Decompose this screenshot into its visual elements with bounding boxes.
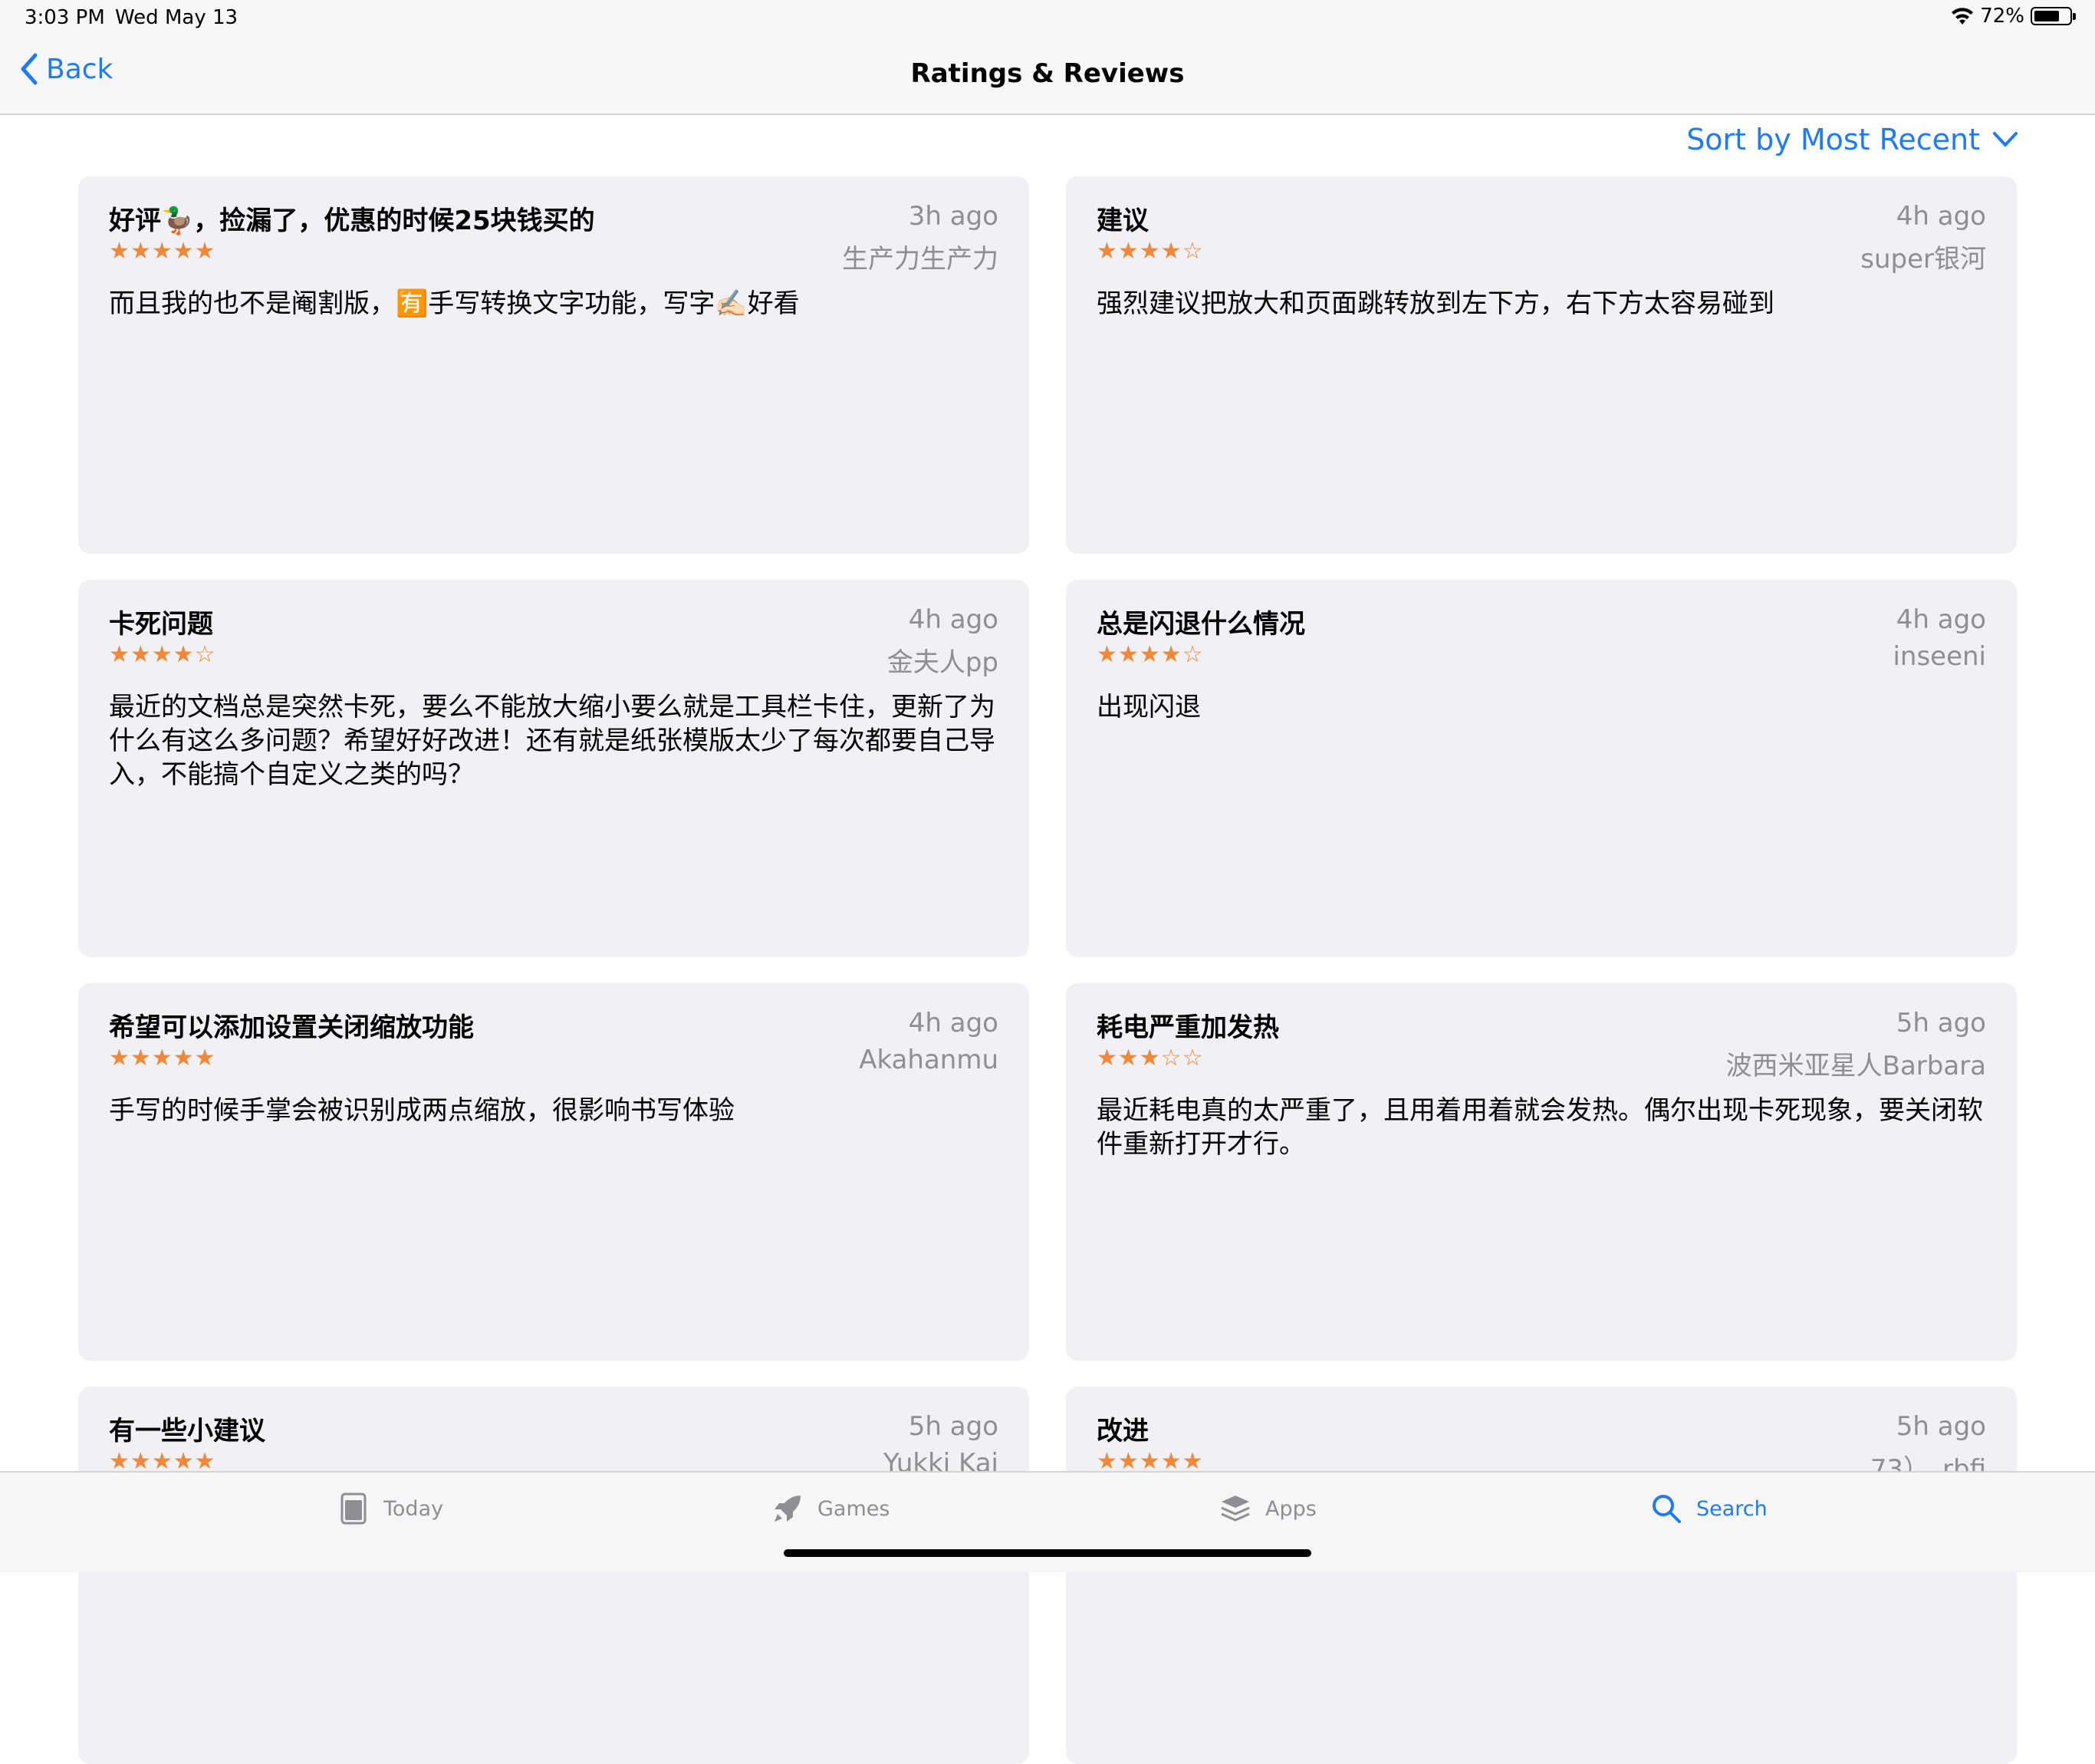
review-card[interactable]: 改进 5h ago ★★★★★ 73），rbfi bbox=[1066, 1387, 2017, 1764]
star-rating: ★★★★☆ bbox=[1097, 641, 1204, 668]
star-rating: ★★★★★ bbox=[109, 1045, 216, 1071]
review-card[interactable]: 建议 4h ago ★★★★☆ super银河 强烈建议把放大和页面跳转放到左下… bbox=[1066, 176, 2017, 554]
review-time: 4h ago bbox=[1896, 201, 1986, 232]
review-time: 3h ago bbox=[908, 201, 998, 232]
review-body: 而且我的也不是阉割版，🈶手写转换文字功能，写字✍🏻好看 bbox=[109, 288, 800, 319]
wifi-icon bbox=[1952, 8, 1974, 25]
status-bar: 3:03 PM Wed May 13 72% bbox=[0, 0, 2095, 37]
review-author: 生产力生产力 bbox=[842, 244, 998, 275]
review-time: 4h ago bbox=[908, 1008, 998, 1038]
rocket-icon bbox=[775, 1496, 801, 1522]
tab-games[interactable]: Games bbox=[771, 1492, 890, 1525]
page-title: Ratings & Reviews bbox=[910, 58, 1185, 89]
review-card[interactable]: 耗电严重加发热 5h ago ★★★☆☆ 波西米亚星人Barbara 最近耗电真… bbox=[1066, 983, 2017, 1361]
review-card[interactable]: 总是闪退什么情况 4h ago ★★★★☆ inseeni 出现闪退 bbox=[1066, 580, 2017, 957]
tab-label: Apps bbox=[1265, 1496, 1317, 1521]
review-card[interactable]: 好评🦆，捡漏了，优惠的时候25块钱买的 3h ago ★★★★★ 生产力生产力 … bbox=[78, 176, 1029, 554]
star-rating: ★★★★☆ bbox=[109, 641, 216, 668]
star-rating: ★★★★☆ bbox=[1097, 238, 1204, 265]
review-card[interactable]: 希望可以添加设置关闭缩放功能 4h ago ★★★★★ Akahanmu 手写的… bbox=[78, 983, 1029, 1361]
review-title: 耗电严重加发热 bbox=[1097, 1012, 1279, 1043]
battery-icon bbox=[2031, 7, 2076, 25]
layers-icon bbox=[1221, 1496, 1250, 1522]
status-date: Wed May 13 bbox=[115, 6, 238, 29]
review-time: 4h ago bbox=[1896, 604, 1986, 635]
review-body: 强烈建议把放大和页面跳转放到左下方，右下方太容易碰到 bbox=[1097, 288, 1774, 319]
status-time: 3:03 PM bbox=[25, 6, 105, 29]
review-title: 好评🦆，捡漏了，优惠的时候25块钱买的 bbox=[109, 206, 595, 236]
tab-apps[interactable]: Apps bbox=[1219, 1492, 1317, 1525]
review-card[interactable]: 卡死问题 4h ago ★★★★☆ 金夫人pp 最近的文档总是突然卡死，要么不能… bbox=[78, 580, 1029, 957]
review-author: super银河 bbox=[1860, 244, 1986, 275]
review-author: Akahanmu bbox=[859, 1045, 998, 1075]
review-title: 建议 bbox=[1097, 206, 1149, 236]
star-rating: ★★★☆☆ bbox=[1097, 1045, 1204, 1071]
star-rating: ★★★★★ bbox=[109, 238, 216, 265]
navigation-bar: Back Ratings & Reviews bbox=[0, 37, 2095, 115]
review-title: 总是闪退什么情况 bbox=[1097, 609, 1305, 640]
battery-fill bbox=[2034, 11, 2059, 21]
tab-search[interactable]: Search bbox=[1650, 1492, 1768, 1525]
status-right: 72% bbox=[1951, 5, 2076, 28]
tab-label: Search bbox=[1696, 1496, 1768, 1521]
tab-bar: Today Games Apps Search bbox=[0, 1471, 2095, 1572]
today-icon bbox=[340, 1492, 367, 1525]
review-time: 5h ago bbox=[908, 1411, 998, 1442]
review-body: 最近的文档总是突然卡死，要么不能放大缩小要么就是工具栏卡住，更新了为什么有这么多… bbox=[109, 692, 995, 790]
review-body: 手写的时候手掌会被识别成两点缩放，很影响书写体验 bbox=[109, 1095, 735, 1126]
review-time: 4h ago bbox=[908, 604, 998, 635]
home-indicator[interactable] bbox=[784, 1549, 1311, 1557]
tab-label: Today bbox=[383, 1496, 444, 1521]
review-time: 5h ago bbox=[1896, 1411, 1986, 1442]
review-body: 出现闪退 bbox=[1097, 692, 1201, 722]
review-title: 希望可以添加设置关闭缩放功能 bbox=[109, 1012, 474, 1043]
review-time: 5h ago bbox=[1896, 1008, 1986, 1038]
chevron-down-icon bbox=[1993, 132, 2018, 146]
review-card[interactable]: 有一些小建议 5h ago ★★★★★ Yukki Kai bbox=[78, 1387, 1029, 1764]
review-title: 改进 bbox=[1097, 1416, 1149, 1446]
search-icon bbox=[1653, 1495, 1681, 1523]
battery-percent: 72% bbox=[1980, 5, 2024, 28]
review-author: inseeni bbox=[1893, 641, 1986, 672]
sort-button[interactable]: Sort by Most Recent bbox=[1686, 123, 2018, 156]
review-author: 金夫人pp bbox=[886, 647, 998, 678]
review-title: 有一些小建议 bbox=[109, 1416, 265, 1446]
tab-label: Games bbox=[817, 1496, 890, 1521]
tab-today[interactable]: Today bbox=[337, 1492, 443, 1525]
sort-label: Sort by Most Recent bbox=[1686, 123, 1980, 156]
review-body: 最近耗电真的太严重了，且用着用着就会发热。偶尔出现卡死现象，要关闭软件重新打开才… bbox=[1097, 1095, 1983, 1160]
review-title: 卡死问题 bbox=[109, 609, 213, 640]
review-author: 波西米亚星人Barbara bbox=[1725, 1051, 1986, 1081]
